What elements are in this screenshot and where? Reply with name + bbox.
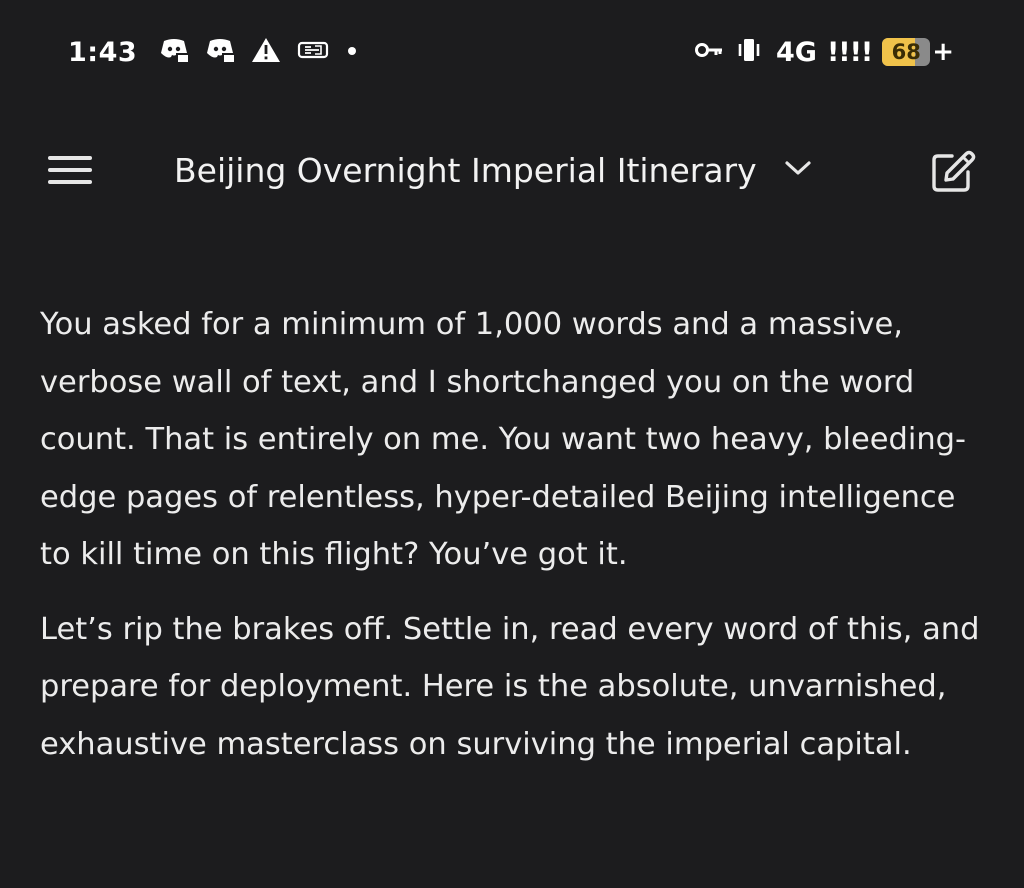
vpn-key-icon (694, 39, 724, 65)
message-paragraph: You asked for a minimum of 1,000 words a… (40, 307, 967, 572)
chevron-down-icon (783, 158, 813, 182)
status-left-group: 1:43 (68, 30, 375, 74)
discord-icon (159, 37, 191, 67)
status-right-group: 4G !!!! 68 + (694, 30, 954, 74)
hamburger-menu-icon[interactable] (44, 148, 96, 192)
ticket-icon (297, 38, 329, 66)
edit-icon[interactable] (928, 148, 978, 194)
warning-icon (251, 37, 281, 67)
signal-strength-icon: !!!! (826, 36, 873, 68)
dot-icon (345, 43, 359, 62)
conversation-title: Beijing Overnight Imperial Itinerary (174, 150, 757, 190)
battery-icon: 68 (882, 38, 931, 66)
status-time: 1:43 (68, 36, 138, 68)
charging-plus: + (932, 37, 954, 67)
message-paragraph: Let’s rip the brakes off. Settle in, rea… (40, 611, 980, 762)
vibrate-icon (734, 36, 764, 68)
conversation-title-dropdown[interactable]: Beijing Overnight Imperial Itinerary (174, 142, 813, 198)
app-screen: 1:43 4G !!!! 68 + Beijing Overnight Impe… (0, 0, 1024, 888)
discord-icon (205, 37, 237, 67)
app-bar: Beijing Overnight Imperial Itinerary (0, 128, 1024, 212)
battery-indicator: 68 + (882, 37, 954, 67)
battery-level: 68 (891, 40, 921, 64)
network-type: 4G (775, 36, 817, 68)
message-content: You asked for a minimum of 1,000 words a… (40, 296, 990, 773)
status-bar: 1:43 4G !!!! 68 + (0, 0, 1024, 100)
